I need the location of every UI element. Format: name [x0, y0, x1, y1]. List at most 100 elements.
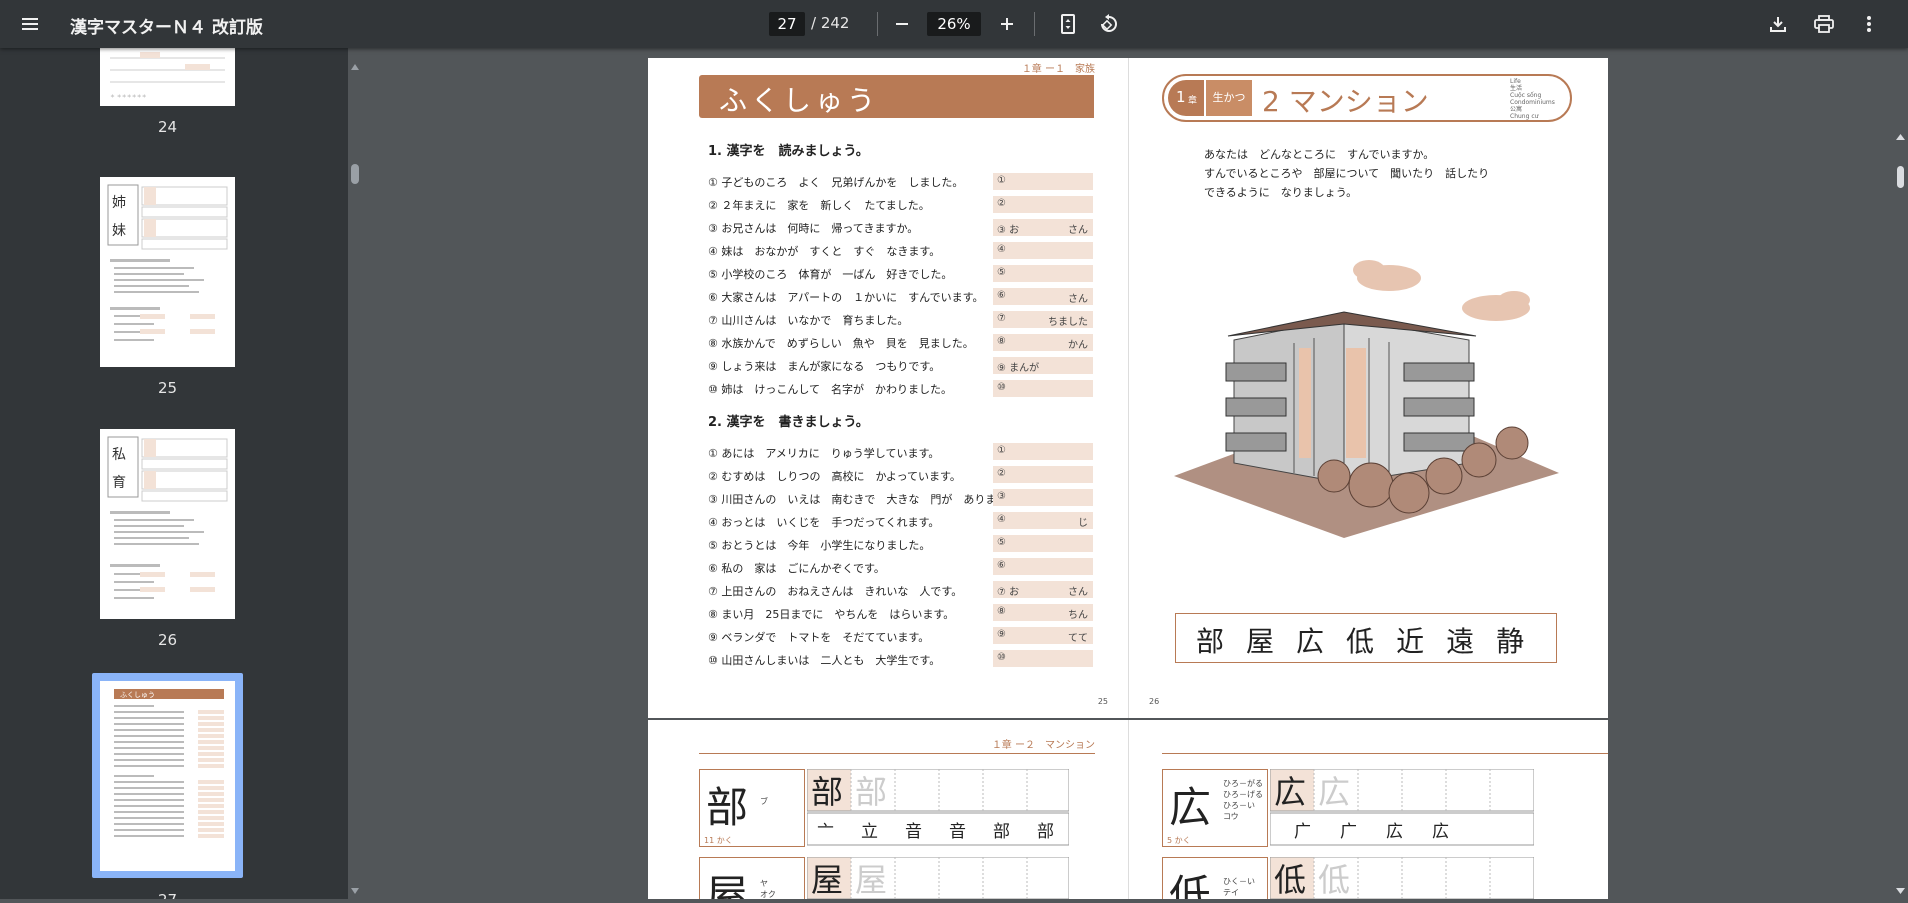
toolbar-divider	[877, 12, 878, 36]
reading-question: ⑧ 水族かんで めずらしい 魚や 貝を 見ました。	[708, 337, 974, 350]
page-number-input[interactable]	[769, 12, 805, 36]
answer-box[interactable]: ⑨ まんが	[993, 357, 1093, 374]
lesson-title: 2 マンション	[1262, 85, 1429, 118]
writing-question: ⑤ おとうとは 今年 小学生になりました。	[708, 539, 931, 552]
writing-question: ⑦ 上田さんの おねえさんは きれいな 人です。	[708, 585, 963, 598]
answer-box[interactable]: ⑤	[993, 535, 1093, 552]
writing-question: ⑨ ベランダで トマトを そだてています。	[708, 631, 930, 644]
svg-text:＊ ＊＊＊＊＊＊: ＊ ＊＊＊＊＊＊	[110, 94, 147, 100]
thumb-kanji: 妹	[112, 223, 126, 239]
thumbnail-label: 27	[100, 891, 235, 899]
svg-text:屋: 屋	[855, 861, 887, 899]
svg-text:広: 広	[1274, 773, 1306, 811]
thumb-kanji: 育	[112, 475, 126, 491]
main-scrollbar[interactable]	[1893, 48, 1908, 899]
kanji-practice-grid[interactable]: 広 広 广广 広広	[1269, 768, 1535, 847]
kanji-list-box: 部屋広低近遠静	[1175, 613, 1557, 663]
lesson-category: 生かつ	[1206, 80, 1252, 116]
svg-text:立: 立	[861, 822, 878, 842]
thumb-kanji: 私	[112, 447, 126, 463]
kanji-reading: ヤ オク	[760, 879, 776, 899]
sidebar-scrollbar[interactable]	[348, 60, 362, 899]
toolbar-divider	[1034, 12, 1035, 36]
page-title: ふくしゅう	[719, 84, 880, 117]
answer-box[interactable]: ②	[993, 466, 1093, 483]
answer-box[interactable]: ⑩	[993, 650, 1093, 667]
answer-box[interactable]: ④じ	[993, 512, 1093, 529]
kanji-entry-box: 広 ひろ－がる ひろ－げる ひろ－い コウ 5 かく	[1162, 769, 1268, 847]
download-icon[interactable]	[1762, 8, 1794, 40]
answer-box[interactable]: ①	[993, 443, 1093, 460]
answer-box[interactable]: ⑧ かん	[993, 334, 1093, 351]
rotate-icon[interactable]	[1092, 8, 1124, 40]
answer-box[interactable]: ③	[993, 489, 1093, 506]
thumbnail-sidebar: ＊ ＊＊＊＊＊＊ 24 姉 妹 25 私 育 26 ふくしゅう	[0, 48, 348, 899]
zoom-in-icon[interactable]	[991, 8, 1023, 40]
reading-question: ③ お兄さんは 何時に 帰ってきますか。	[708, 222, 919, 235]
fit-page-icon[interactable]	[1052, 8, 1084, 40]
kanji-reading: ブ	[760, 797, 768, 806]
chapter-badge: 1 章	[1168, 80, 1204, 116]
reading-question: ④ 妹は おなかが すくと すぐ なきます。	[708, 245, 941, 258]
answer-box[interactable]: ⑨ てて	[993, 627, 1093, 644]
writing-question: ⑩ 山田さんしまいは 二人とも 大学生です。	[708, 654, 941, 667]
kanji-strokes: 11 かく	[704, 836, 733, 845]
lesson-header: 1 章 生かつ 2 マンション Life 生活 Cuộc sống Condomin…	[1162, 74, 1572, 122]
kanji-main: 屋	[706, 871, 749, 899]
kanji-practice-grid[interactable]: 屋 屋	[806, 856, 1070, 899]
thumbnail-label: 25	[157, 379, 178, 397]
svg-text:広: 広	[1318, 773, 1350, 811]
answer-box[interactable]: ⑤	[993, 265, 1093, 282]
reading-question: ⑥ 大家さんは アパートの １かいに すんでいます。	[708, 291, 984, 304]
svg-text:亠: 亠	[817, 822, 834, 842]
thumb-kanji: 姉	[112, 195, 126, 211]
svg-text:広: 広	[1386, 822, 1403, 842]
zoom-out-icon[interactable]	[886, 8, 918, 40]
zoom-level-input[interactable]	[927, 12, 981, 36]
apartment-building-illustration	[1174, 260, 1559, 538]
thumbnail-page-24[interactable]: ＊ ＊＊＊＊＊＊ 24	[100, 48, 235, 136]
answer-box[interactable]: ④	[993, 242, 1093, 259]
thumbnail-page-26[interactable]: 私 育 26	[100, 429, 235, 649]
thumbnail-page-25[interactable]: 姉 妹 25	[100, 177, 235, 397]
page-28: 広 ひろ－がる ひろ－げる ひろ－い コウ 5 かく 広 広 广广 広広 低 ひ…	[1128, 720, 1608, 899]
svg-text:音: 音	[905, 822, 922, 842]
kanji-practice-grid[interactable]: 部 部 亠立音 音部部	[806, 768, 1070, 847]
answer-box[interactable]: ①	[993, 173, 1093, 190]
thumbnail-page-27[interactable]: ふくしゅう	[100, 681, 235, 899]
answer-box[interactable]: ③ おさん	[993, 219, 1093, 236]
thumbnail-image: ふくしゅう	[100, 681, 235, 871]
svg-text:屋: 屋	[811, 861, 843, 899]
kanji-entry-box: 屋 ヤ オク	[699, 857, 805, 899]
svg-text:部: 部	[855, 773, 887, 811]
lesson-intro: あなたは どんなところに すんでいますか。 すんでいるところや 部屋について 聞…	[1204, 148, 1490, 199]
answer-box[interactable]: ⑥ さん	[993, 288, 1093, 305]
answer-box[interactable]: ⑥	[993, 558, 1093, 575]
pdf-toolbar: 漢字マスターＮ４ 改訂版 / 242	[0, 0, 1908, 48]
svg-text:低: 低	[1274, 861, 1306, 899]
svg-text:广: 广	[1294, 822, 1311, 842]
svg-text:低: 低	[1318, 861, 1350, 899]
answer-box[interactable]: ⑩	[993, 380, 1093, 397]
document-title: 漢字マスターＮ４ 改訂版	[70, 18, 263, 38]
more-vert-icon[interactable]	[1853, 8, 1885, 40]
kanji-main: 低	[1169, 871, 1212, 899]
kanji-practice-grid[interactable]: 低 低	[1269, 856, 1535, 899]
thumbnail-label: 26	[157, 631, 178, 649]
writing-question: ④ おっとは いくじを 手つだってくれます。	[708, 516, 940, 529]
writing-question: ③ 川田さんの いえは 南むきで 大きな 門が あります。	[708, 493, 1018, 506]
svg-text:広: 広	[1432, 822, 1449, 842]
kanji-list: 部屋広低近遠静	[1196, 625, 1547, 658]
print-icon[interactable]	[1808, 8, 1840, 40]
answer-box[interactable]: ⑧ ちん	[993, 604, 1093, 621]
menu-icon[interactable]	[14, 8, 46, 40]
reading-question: ⑤ 小学校のころ 体育が 一ばん 好きでした。	[708, 268, 953, 281]
answer-box[interactable]: ⑦ おさん	[993, 581, 1093, 598]
answer-box[interactable]: ⑦ ちました	[993, 311, 1093, 328]
thumbnail-label: 24	[157, 118, 178, 136]
chapter-word: 章	[1188, 96, 1198, 106]
page-27: １章 ー２ マンション 部 ブ 11 かく 部 部 亠立音 音部部 屋 ヤ オク…	[648, 720, 1128, 899]
kanji-reading: ひく－い テイ	[1223, 877, 1255, 897]
answer-box[interactable]: ②	[993, 196, 1093, 213]
page-title-banner: ふくしゅう	[699, 75, 1094, 118]
